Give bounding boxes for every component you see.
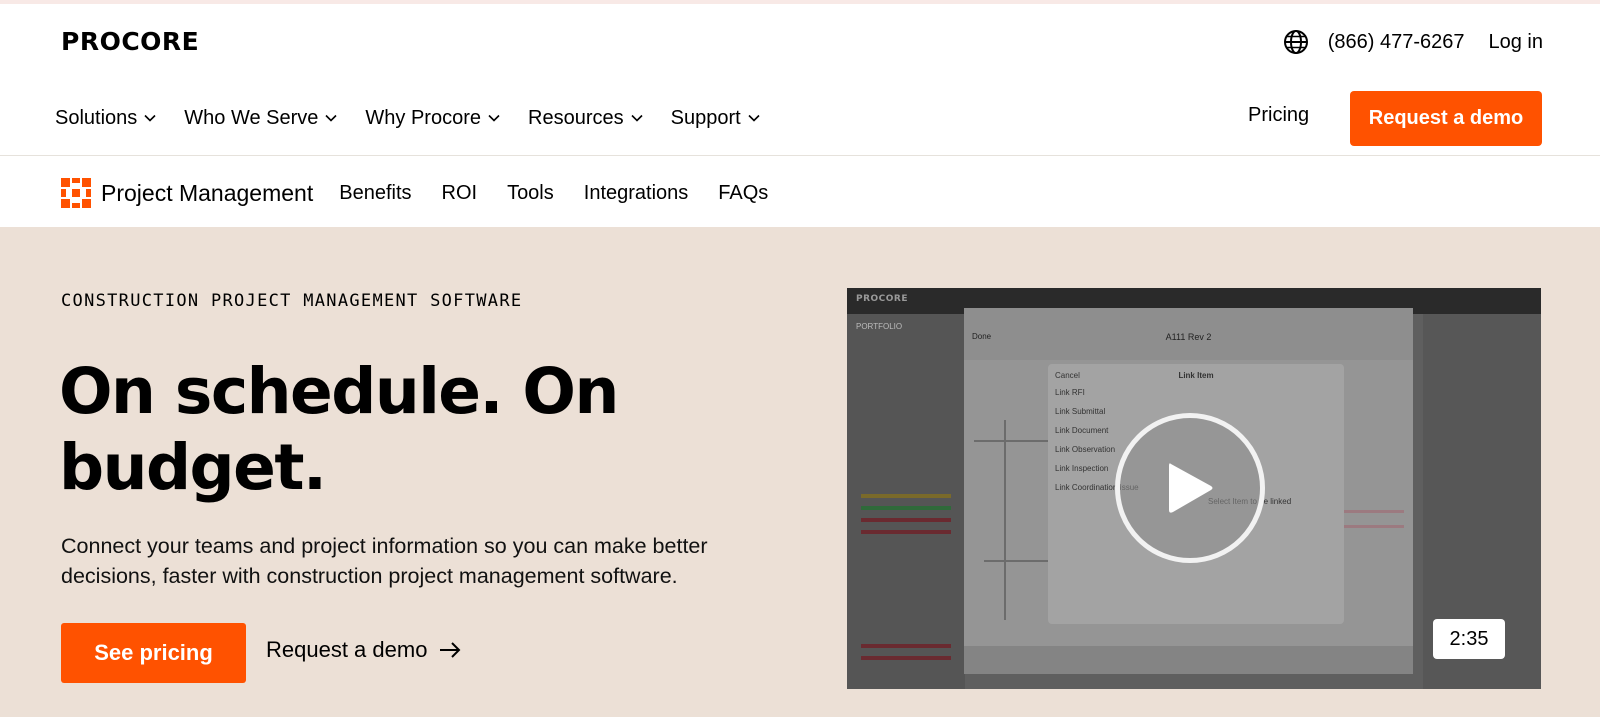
hero-headline: On schedule. On budget.: [59, 355, 619, 504]
pricing-link[interactable]: Pricing: [1248, 104, 1309, 127]
hero-eyebrow: CONSTRUCTION PROJECT MANAGEMENT SOFTWARE: [61, 291, 523, 311]
video-app-logo: PROCORE: [856, 294, 909, 304]
nav-item-label: Resources: [528, 106, 624, 129]
subnav-link-faqs[interactable]: FAQs: [718, 182, 768, 205]
nav-item-solutions[interactable]: Solutions: [55, 107, 156, 130]
nav-item-label: Support: [670, 106, 741, 129]
modal-item: Link Document: [1055, 426, 1109, 435]
video-bottom-bar: [964, 646, 1413, 674]
modal-item: Link Observation: [1055, 445, 1116, 454]
plan-line: [1004, 420, 1006, 620]
globe-icon[interactable]: [1282, 28, 1310, 56]
request-demo-button[interactable]: Request a demo: [1350, 91, 1542, 146]
play-icon: [1169, 463, 1213, 513]
see-pricing-button[interactable]: See pricing: [61, 623, 246, 683]
nav-item-who-we-serve[interactable]: Who We Serve: [184, 107, 337, 130]
subnav-link-benefits[interactable]: Benefits: [339, 182, 411, 205]
video-side-label: PORTFOLIO: [856, 322, 903, 331]
product-subnav: Project Management Benefits ROI Tools In…: [61, 175, 798, 211]
video-duration-badge: 2:35: [1433, 619, 1505, 659]
video-side-row: [861, 494, 951, 498]
project-management-icon: [61, 178, 91, 208]
chevron-down-icon: [325, 114, 337, 122]
hero-description: Connect your teams and project informati…: [61, 534, 708, 588]
chevron-down-icon: [631, 114, 643, 122]
product-title[interactable]: Project Management: [101, 180, 313, 207]
procore-logo[interactable]: PROCORE: [61, 26, 200, 56]
nav-item-support[interactable]: Support: [671, 107, 760, 130]
video-side-row: [861, 530, 951, 534]
product-video[interactable]: PROCORE PORTFOLIO Done A111 Rev 2 Link I…: [847, 288, 1541, 689]
utility-bar: (866) 477-6267 Log in: [1282, 26, 1543, 58]
modal-title: Link Item: [1178, 371, 1214, 380]
phone-link[interactable]: (866) 477-6267: [1328, 31, 1465, 54]
video-sidebar: PORTFOLIO: [847, 314, 965, 689]
header-divider: [0, 155, 1600, 156]
video-side-row: [861, 518, 951, 522]
nav-item-label: Who We Serve: [184, 106, 319, 129]
arrow-right-icon: [440, 642, 461, 658]
subnav-link-integrations[interactable]: Integrations: [584, 182, 689, 205]
modal-item: Link Inspection: [1055, 464, 1109, 473]
request-demo-link[interactable]: Request a demo: [266, 637, 461, 663]
play-button[interactable]: [1115, 413, 1265, 563]
nav-item-resources[interactable]: Resources: [528, 107, 643, 130]
nav-item-why-procore[interactable]: Why Procore: [365, 107, 500, 130]
subnav-link-tools[interactable]: Tools: [507, 182, 554, 205]
chevron-down-icon: [748, 114, 760, 122]
video-side-row: [861, 506, 951, 510]
video-screen-title: A111 Rev 2: [1165, 332, 1212, 342]
modal-item: Link RFI: [1055, 388, 1085, 397]
video-side-row: [861, 656, 951, 660]
modal-cancel: Cancel: [1055, 371, 1080, 380]
nav-item-label: Solutions: [55, 106, 138, 129]
top-accent-line: [0, 0, 1600, 4]
logo-text: PROCORE: [61, 26, 200, 56]
chevron-down-icon: [488, 114, 500, 122]
chevron-down-icon: [144, 114, 156, 122]
video-side-row: [861, 644, 951, 648]
nav-item-label: Why Procore: [365, 106, 481, 129]
request-demo-label: Request a demo: [266, 637, 428, 662]
login-link[interactable]: Log in: [1489, 31, 1544, 54]
subnav-link-roi[interactable]: ROI: [442, 182, 478, 205]
main-nav: Solutions Who We Serve Why Procore Resou…: [55, 100, 788, 136]
modal-item: Link Submittal: [1055, 407, 1106, 416]
